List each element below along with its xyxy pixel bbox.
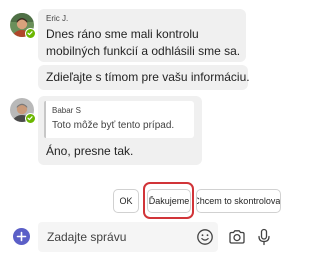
avatar-babar[interactable] <box>10 98 36 124</box>
emoji-icon[interactable] <box>196 228 214 246</box>
message-text-line: mobilných funkcií a odhlásili sme sa. <box>46 44 241 58</box>
suggested-reply-label: OK <box>119 196 133 206</box>
avatar-eric[interactable] <box>10 13 36 39</box>
suggested-reply-label: Ďakujeme <box>148 196 190 206</box>
quote-bar <box>44 101 46 138</box>
message-input-placeholder: Zadajte správu <box>47 230 127 244</box>
presence-available-icon <box>25 28 36 39</box>
message-bubble[interactable]: Zdieľajte s tímom pre vašu informáciu. <box>38 65 250 90</box>
quote-sender: Babar S <box>52 106 81 115</box>
message-bubble[interactable]: Eric J. Dnes ráno sme mali kontrolu mobi… <box>38 9 246 62</box>
message-text-line: Zdieľajte s tímom pre vašu informáciu. <box>46 70 250 84</box>
message-text-line: Áno, presne tak. <box>46 144 134 158</box>
camera-icon[interactable] <box>227 227 247 247</box>
add-icon[interactable] <box>13 228 30 245</box>
microphone-icon[interactable] <box>254 227 274 247</box>
suggested-reply-check[interactable]: Chcem to skontrolovať <box>196 189 281 213</box>
message-bubble[interactable]: Babar S Toto môže byť tento prípad. Áno,… <box>38 96 202 165</box>
message-sender: Eric J. <box>46 14 69 23</box>
message-text-line: Dnes ráno sme mali kontrolu <box>46 27 199 41</box>
message-composer: Zadajte správu <box>0 222 282 252</box>
suggested-reply-dakujeme[interactable]: Ďakujeme <box>147 189 191 213</box>
suggested-reply-ok[interactable]: OK <box>113 189 139 213</box>
suggested-reply-label: Chcem to skontrolovať <box>196 196 281 206</box>
quote-text: Toto môže byť tento prípad. <box>52 120 175 131</box>
quoted-message[interactable]: Babar S Toto môže byť tento prípad. <box>44 101 194 138</box>
presence-available-icon <box>25 113 36 124</box>
message-input[interactable]: Zadajte správu <box>38 222 218 252</box>
